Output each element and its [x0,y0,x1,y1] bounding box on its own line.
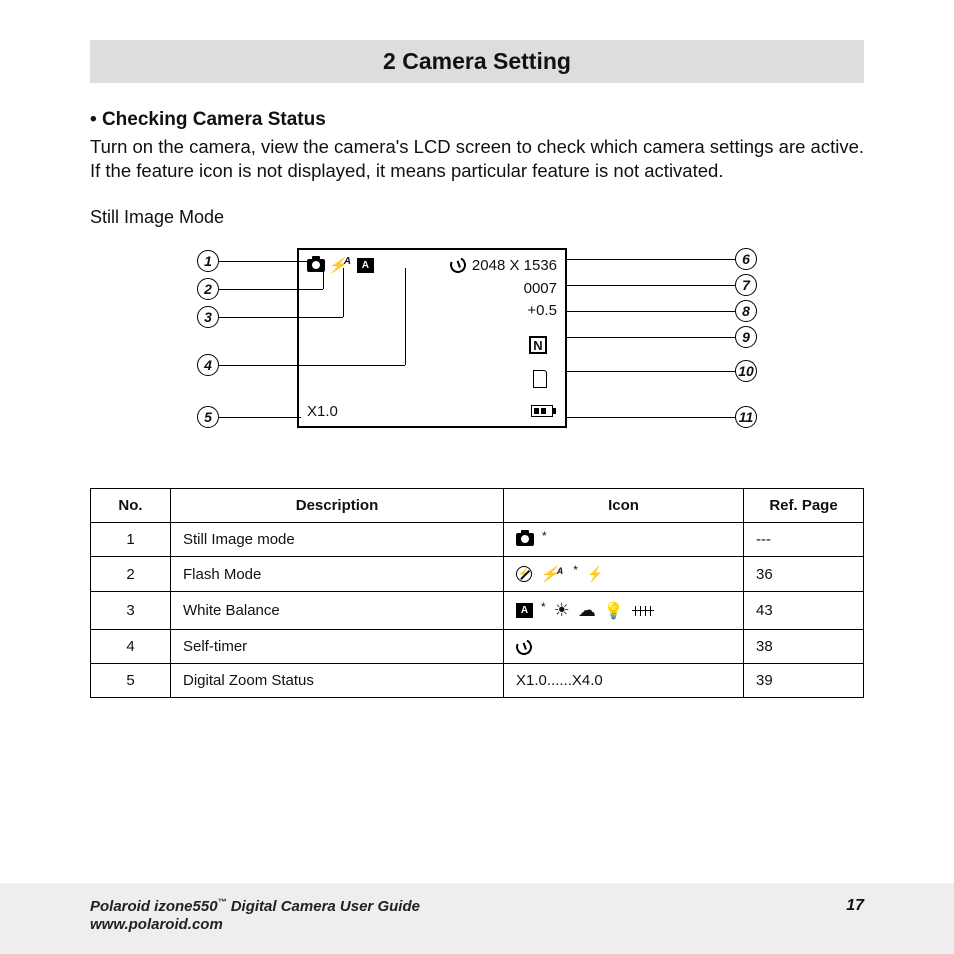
th-icon: Icon [504,489,744,523]
quality-icon: N [529,336,547,354]
section-title: • Checking Camera Status [90,109,864,131]
cell-ref: 43 [744,592,864,630]
cell-desc: Still Image mode [171,523,504,557]
cell-ref: 36 [744,557,864,592]
th-no: No. [91,489,171,523]
callout-5: 5 [197,406,219,428]
th-ref: Ref. Page [744,489,864,523]
callout-6: 6 [735,248,757,270]
footer-guide: Polaroid izone550™ Digital Camera User G… [90,898,420,915]
flash-auto-icon: ⚡A [328,256,354,274]
table-row: 2 Flash Mode ⚡ ⚡A* ⚡ 36 [91,557,864,592]
resolution-value: 2048 X 1536 [472,257,557,274]
bullet: • [90,109,97,130]
shot-count: 0007 [524,280,557,297]
reference-table: No. Description Icon Ref. Page 1 Still I… [90,488,864,698]
th-desc: Description [171,489,504,523]
cell-icon: ⚡ ⚡A* ⚡ [504,557,744,592]
callout-1: 1 [197,250,219,272]
cell-no: 3 [91,592,171,630]
footer-url: www.polaroid.com [90,916,223,933]
callout-4: 4 [197,354,219,376]
cell-desc: Flash Mode [171,557,504,592]
callout-8: 8 [735,300,757,322]
wb-bulb-icon: 💡 [604,601,624,621]
cell-desc: Self-timer [171,630,504,664]
cell-no: 4 [91,630,171,664]
self-timer-icon [514,636,535,657]
table-row: 4 Self-timer 38 [91,630,864,664]
cell-no: 2 [91,557,171,592]
wb-cloud-icon: ☁ [578,600,596,621]
mode-label: Still Image Mode [90,207,864,228]
lcd-diagram: 1 2 3 4 5 6 7 8 9 10 11 ⚡A [197,238,757,448]
callout-3: 3 [197,306,219,328]
section-body: Turn on the camera, view the camera's LC… [90,135,864,183]
wb-sun-icon: ☀ [554,600,570,621]
cell-icon: A* ☀ ☁ 💡 [504,592,744,630]
page-number: 17 [846,897,864,915]
cell-ref: 39 [744,664,864,698]
cell-ref: 38 [744,630,864,664]
cell-icon [504,630,744,664]
memory-card-icon [533,370,547,388]
section-heading: Checking Camera Status [102,109,326,130]
white-balance-icon: A [357,258,374,273]
callout-11: 11 [735,406,757,428]
cell-icon: * [504,523,744,557]
page-footer: Polaroid izone550™ Digital Camera User G… [0,883,954,954]
wb-auto-icon: A [516,603,533,618]
callout-2: 2 [197,278,219,300]
table-row: 3 White Balance A* ☀ ☁ 💡 43 [91,592,864,630]
cell-desc: Digital Zoom Status [171,664,504,698]
battery-icon [531,405,553,417]
chapter-title: 2 Camera Setting [90,40,864,83]
wb-fluorescent-icon [632,606,654,616]
cell-ref: --- [744,523,864,557]
flash-off-icon: ⚡ [516,566,532,582]
flash-auto-icon: ⚡A [540,565,565,583]
cell-desc: White Balance [171,592,504,630]
callout-10: 10 [735,360,757,382]
cell-no: 5 [91,664,171,698]
callout-9: 9 [735,326,757,348]
self-timer-icon [448,255,469,276]
zoom-value: X1.0 [307,403,338,420]
table-row: 1 Still Image mode * --- [91,523,864,557]
camera-icon [307,259,325,272]
ev-value: +0.5 [527,302,557,319]
flash-on-icon: ⚡ [588,565,603,583]
lcd-screen: ⚡A A 2048 X 1536 0007 +0.5 N X1.0 [297,248,567,428]
table-row: 5 Digital Zoom Status X1.0......X4.0 39 [91,664,864,698]
camera-icon [516,533,534,546]
cell-no: 1 [91,523,171,557]
callout-7: 7 [735,274,757,296]
cell-icon: X1.0......X4.0 [504,664,744,698]
